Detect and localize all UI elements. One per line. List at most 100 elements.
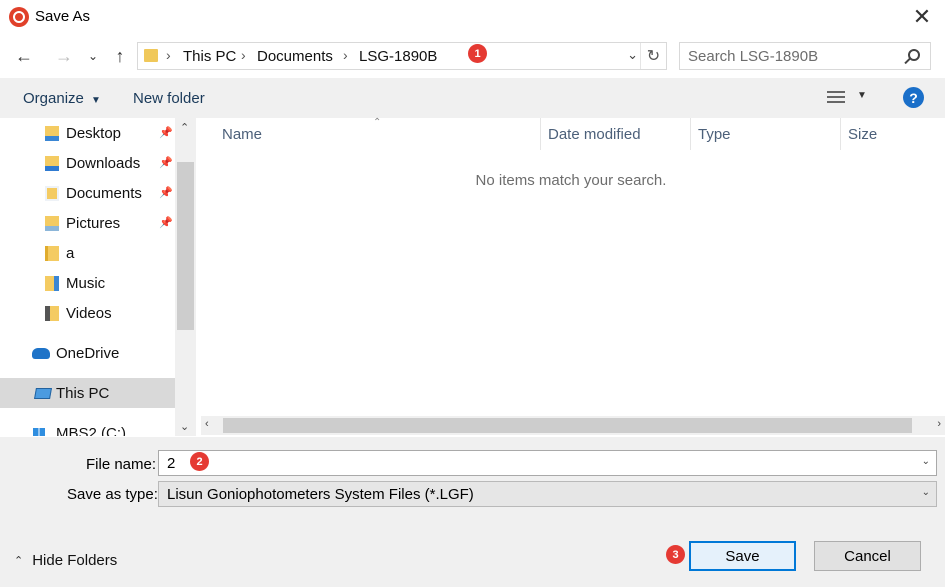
- chevron-up-icon: ⌃: [14, 555, 24, 567]
- step-badge-2: 2: [190, 452, 209, 471]
- sidebar-item-documents[interactable]: Documents 📌: [0, 178, 175, 208]
- save-button[interactable]: Save: [689, 541, 796, 571]
- scroll-right-icon[interactable]: ›: [937, 418, 941, 430]
- file-name-value[interactable]: 2: [167, 455, 175, 472]
- organize-menu[interactable]: Organize ▼: [23, 90, 101, 107]
- breadcrumb-separator-icon: ›: [166, 47, 171, 63]
- column-header-date-modified[interactable]: Date modified: [548, 118, 641, 150]
- address-history-dropdown-icon[interactable]: ⌄: [627, 47, 638, 63]
- column-header-name[interactable]: Name: [222, 118, 262, 150]
- hide-folders-button[interactable]: ⌃ Hide Folders: [14, 552, 117, 569]
- breadcrumb-this-pc[interactable]: This PC: [183, 48, 236, 65]
- search-box[interactable]: [679, 42, 931, 70]
- view-options-icon[interactable]: [827, 91, 845, 105]
- file-name-label: File name:: [86, 456, 157, 473]
- sidebar-item-label: Music: [66, 275, 106, 292]
- file-name-field[interactable]: 2 ⌄: [158, 450, 937, 476]
- column-header-type[interactable]: Type: [698, 118, 731, 150]
- hide-folders-label: Hide Folders: [32, 552, 118, 569]
- sidebar-item-downloads[interactable]: Downloads 📌: [0, 148, 175, 178]
- sidebar-item-onedrive[interactable]: OneDrive: [0, 338, 175, 368]
- search-input[interactable]: [688, 48, 898, 65]
- sidebar-item-videos[interactable]: Videos: [0, 298, 175, 328]
- recent-locations-button[interactable]: ⌄: [86, 44, 100, 68]
- save-as-type-label: Save as type:: [67, 486, 158, 503]
- chevron-down-icon[interactable]: ⌄: [922, 456, 930, 467]
- scroll-up-icon[interactable]: ⌃: [180, 121, 189, 134]
- file-list-horizontal-scrollbar[interactable]: ‹ ›: [201, 416, 945, 435]
- breadcrumb-separator-icon: ›: [343, 47, 348, 63]
- scroll-left-icon[interactable]: ‹: [205, 418, 209, 430]
- search-icon[interactable]: [908, 49, 920, 61]
- app-logo-icon: [9, 7, 29, 27]
- navigation-pane: Desktop 📌 Downloads 📌 Documents 📌 Pictur…: [0, 118, 196, 436]
- cancel-button[interactable]: Cancel: [814, 541, 921, 571]
- arrow-right-icon: →: [55, 45, 73, 66]
- sort-ascending-icon: ⌃: [373, 117, 382, 128]
- sidebar-item-label: Documents: [66, 185, 142, 202]
- address-bar[interactable]: › This PC › Documents › LSG-1890B ⌄ ↻: [137, 42, 667, 70]
- breadcrumb-documents[interactable]: Documents: [257, 48, 333, 65]
- scrollbar-thumb[interactable]: [177, 162, 194, 330]
- onedrive-cloud-icon: [32, 348, 50, 359]
- documents-folder-icon: [45, 186, 59, 201]
- command-toolbar: Organize ▼ New folder ▼ ?: [0, 78, 945, 118]
- view-options-dropdown-icon[interactable]: ▼: [857, 90, 867, 101]
- file-list-pane: Name ⌃ Date modified Type Size No items …: [197, 117, 945, 436]
- this-pc-icon: [34, 388, 52, 399]
- sidebar-item-pictures[interactable]: Pictures 📌: [0, 208, 175, 238]
- arrow-up-icon: ↑: [115, 45, 125, 66]
- sidebar-item-label: MBS2 (C:): [56, 425, 127, 436]
- window-title: Save As: [35, 8, 91, 25]
- close-icon: ✕: [912, 4, 932, 29]
- music-folder-icon: [45, 276, 59, 291]
- chevron-down-icon: ⌄: [87, 49, 99, 63]
- scrollbar-thumb[interactable]: [223, 418, 912, 433]
- save-form: File name: 2 ⌄ 2 Save as type: Lisun Gon…: [0, 437, 945, 587]
- empty-message: No items match your search.: [475, 172, 667, 189]
- column-header-size[interactable]: Size: [848, 118, 877, 150]
- sidebar-item-label: Videos: [66, 305, 112, 322]
- column-divider[interactable]: [540, 118, 541, 150]
- sidebar-item-label: Downloads: [66, 155, 141, 172]
- save-as-type-value: Lisun Goniophotometers System Files (*.L…: [167, 486, 474, 503]
- close-button[interactable]: ✕: [899, 0, 945, 34]
- navigation-bar: ← → ⌄ ↑ › This PC › Documents › LSG-1890…: [0, 34, 945, 78]
- help-icon[interactable]: ?: [903, 87, 924, 108]
- desktop-folder-icon: [45, 126, 59, 141]
- sidebar-item-mbs2-drive[interactable]: MBS2 (C:): [0, 418, 175, 436]
- scroll-down-icon[interactable]: ⌄: [180, 420, 189, 433]
- caret-down-icon: ▼: [91, 95, 101, 106]
- sidebar-item-label: Pictures: [66, 215, 121, 232]
- refresh-button[interactable]: ↻: [640, 43, 666, 69]
- sidebar-item-label: This PC: [56, 385, 110, 402]
- pin-icon: 📌: [159, 217, 173, 229]
- sidebar-item-music[interactable]: Music: [0, 268, 175, 298]
- arrow-left-icon: ←: [15, 45, 33, 66]
- pin-icon: 📌: [159, 157, 173, 169]
- title-bar: Save As ✕: [0, 0, 945, 34]
- pin-icon: 📌: [159, 187, 173, 199]
- folder-icon: [45, 246, 59, 261]
- breadcrumb-lsg-1890b[interactable]: LSG-1890B: [359, 48, 437, 65]
- windows-drive-icon: [33, 428, 45, 436]
- organize-label: Organize: [23, 90, 84, 107]
- new-folder-button[interactable]: New folder: [133, 90, 205, 107]
- up-button[interactable]: ↑: [108, 44, 132, 68]
- videos-folder-icon: [45, 306, 59, 321]
- sidebar-item-desktop[interactable]: Desktop 📌: [0, 118, 175, 148]
- sidebar-item-label: a: [66, 245, 75, 262]
- save-as-type-select[interactable]: Lisun Goniophotometers System Files (*.L…: [158, 481, 937, 507]
- navigation-pane-scrollbar[interactable]: ⌃ ⌄: [175, 118, 196, 436]
- sidebar-item-a[interactable]: a: [0, 238, 175, 268]
- forward-button[interactable]: →: [52, 44, 76, 68]
- chevron-down-icon[interactable]: ⌄: [922, 487, 930, 498]
- refresh-icon: ↻: [646, 48, 661, 65]
- pin-icon: 📌: [159, 127, 173, 139]
- step-badge-3: 3: [666, 545, 685, 564]
- column-divider[interactable]: [690, 118, 691, 150]
- downloads-folder-icon: [45, 156, 59, 171]
- sidebar-item-this-pc[interactable]: This PC: [0, 378, 175, 408]
- back-button[interactable]: ←: [12, 44, 36, 68]
- column-divider[interactable]: [840, 118, 841, 150]
